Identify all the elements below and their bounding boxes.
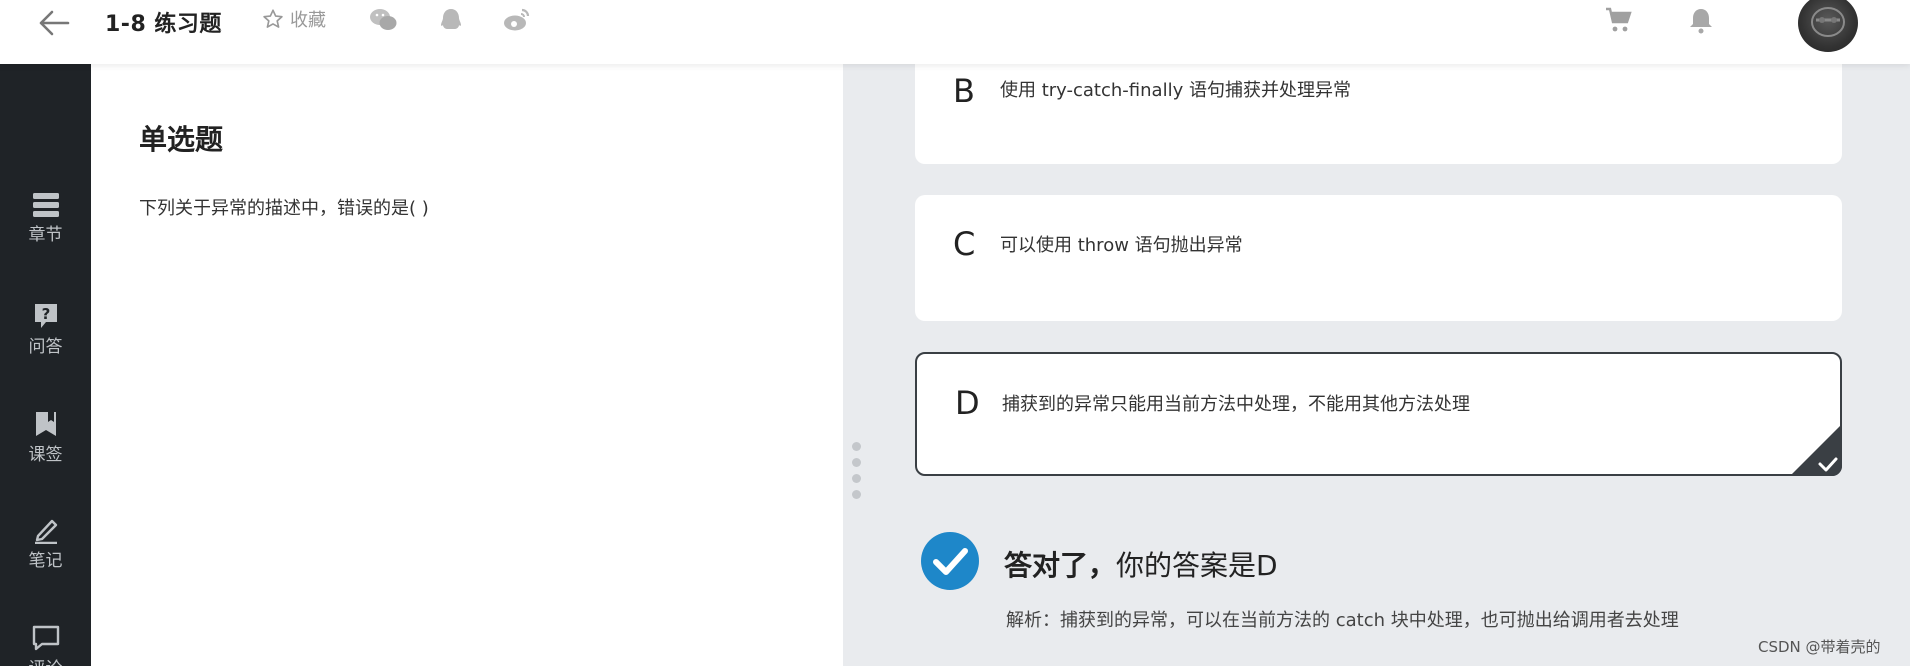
- rail-item-qa[interactable]: ? 问答: [0, 302, 91, 357]
- option-letter: C: [953, 225, 976, 263]
- option-d-selected[interactable]: D 捕获到的异常只能用当前方法中处理，不能用其他方法处理: [915, 352, 1842, 476]
- answer-analysis: 解析：捕获到的异常，可以在当前方法的 catch 块中处理，也可抛出给调用者去处…: [1006, 610, 1679, 631]
- watermark: CSDN @带着壳的: [1758, 638, 1881, 656]
- rail-item-bookmarks[interactable]: 课签: [0, 410, 91, 465]
- option-letter: D: [955, 384, 980, 422]
- top-bar: 1-8 练习题 收藏: [0, 0, 1910, 64]
- result-answer: 你的答案是D: [1116, 549, 1278, 582]
- comment-icon: [32, 625, 59, 651]
- question-type: 单选题: [139, 123, 224, 156]
- page-title: 1-8 练习题: [105, 12, 222, 37]
- qq-icon[interactable]: [436, 6, 466, 34]
- star-icon: [263, 9, 283, 28]
- option-letter: B: [953, 72, 975, 110]
- rail-label: 笔记: [28, 551, 63, 571]
- svg-text:?: ?: [41, 305, 50, 323]
- option-text: 捕获到的异常只能用当前方法中处理，不能用其他方法处理: [1002, 394, 1470, 415]
- result-message: 答对了，你的答案是D: [1004, 549, 1278, 582]
- user-avatar[interactable]: [1798, 0, 1858, 52]
- pencil-icon: [34, 519, 57, 544]
- option-text: 可以使用 throw 语句抛出异常: [1000, 235, 1243, 256]
- rail-label: 问答: [28, 337, 63, 357]
- correct-check-icon: [920, 531, 980, 591]
- weibo-icon[interactable]: [502, 6, 532, 34]
- option-text: 使用 try-catch-finally 语句捕获并处理异常: [1000, 80, 1351, 101]
- wechat-icon[interactable]: [368, 6, 398, 34]
- rail-item-comments[interactable]: 评论: [0, 624, 91, 666]
- rail-item-chapters[interactable]: 章节: [0, 192, 91, 245]
- favorite-button[interactable]: 收藏: [262, 6, 326, 32]
- left-rail: 章节 ? 问答 课签 笔记 评论: [0, 64, 91, 666]
- panel-resize-handle[interactable]: [852, 442, 862, 506]
- question-text: 下列关于异常的描述中，错误的是( ): [139, 198, 429, 219]
- rail-item-notes[interactable]: 笔记: [0, 516, 91, 571]
- rail-label: 评论: [29, 659, 63, 666]
- rail-label: 章节: [28, 225, 63, 245]
- notification-bell-icon[interactable]: [1688, 6, 1714, 34]
- question-panel: 单选题 下列关于异常的描述中，错误的是( ): [91, 64, 843, 666]
- bookmark-icon: [35, 412, 56, 436]
- list-icon: [32, 193, 59, 217]
- favorite-label: 收藏: [290, 10, 326, 31]
- selected-check-icon: [1790, 424, 1842, 476]
- result-status: 答对了: [1004, 549, 1089, 582]
- back-arrow-icon[interactable]: [36, 8, 72, 38]
- question-icon: ?: [34, 304, 57, 328]
- option-c[interactable]: C 可以使用 throw 语句抛出异常: [915, 195, 1842, 321]
- cart-icon[interactable]: [1604, 6, 1632, 34]
- rail-label: 课签: [28, 445, 63, 465]
